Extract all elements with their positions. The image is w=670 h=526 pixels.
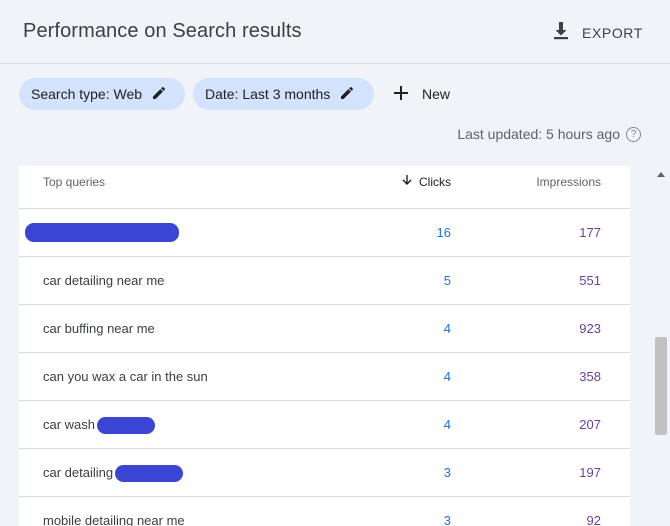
table-row[interactable]: can you wax a car in the sun 4 358 — [19, 353, 630, 401]
query-text: car wash — [43, 417, 96, 432]
query-cell — [25, 223, 179, 242]
search-type-filter-label: Search type: Web — [31, 86, 143, 102]
query-cell: car wash — [43, 417, 156, 435]
clicks-cell: 4 — [443, 321, 451, 336]
page-header: Performance on Search results EXPORT — [0, 0, 670, 64]
clicks-cell: 4 — [443, 417, 451, 432]
table-row[interactable]: car buffing near me 4 923 — [19, 305, 630, 353]
query-cell: mobile detailing near me — [43, 513, 185, 526]
table-row[interactable]: mobile detailing near me 3 92 — [19, 497, 630, 526]
redaction-mark — [115, 465, 184, 483]
edit-pencil-icon — [152, 86, 166, 103]
search-type-filter-chip[interactable]: Search type: Web — [19, 78, 185, 110]
query-text: car detailing — [43, 465, 114, 480]
impressions-cell: 551 — [579, 273, 601, 288]
query-cell: car buffing near me — [43, 321, 155, 336]
table-row[interactable]: 16 177 — [19, 209, 630, 257]
clicks-cell: 3 — [443, 513, 451, 526]
new-filter-label: New — [422, 86, 451, 102]
plus-icon — [392, 84, 410, 105]
redaction-mark — [25, 223, 179, 242]
top-queries-table: Top queries Clicks Impressions 16 177 car … — [19, 166, 630, 526]
column-header-impressions[interactable]: Impressions — [536, 175, 601, 189]
impressions-cell: 92 — [586, 513, 601, 526]
table-row[interactable]: car detailing 3 197 — [19, 449, 630, 497]
help-icon[interactable]: ? — [626, 126, 641, 142]
clicks-header-label: Clicks — [419, 174, 451, 189]
date-filter-label: Date: Last 3 months — [205, 86, 331, 102]
redaction-mark — [97, 417, 156, 435]
export-label: EXPORT — [582, 25, 643, 41]
table-row[interactable]: car detailing near me 5 551 — [19, 257, 630, 305]
impressions-cell: 197 — [579, 465, 601, 480]
impressions-cell: 207 — [579, 417, 601, 432]
impressions-cell: 177 — [579, 225, 601, 240]
scrollbar-thumb[interactable] — [655, 337, 667, 435]
scrollbar[interactable] — [652, 166, 670, 526]
clicks-cell: 3 — [443, 465, 451, 480]
column-header-clicks[interactable]: Clicks — [401, 174, 451, 189]
impressions-cell: 358 — [579, 369, 601, 384]
export-button[interactable]: EXPORT — [552, 21, 643, 46]
last-updated-status: Last updated: 5 hours ago ? — [457, 126, 641, 142]
query-text: mobile detailing near me — [43, 513, 185, 526]
sort-down-arrow-icon — [401, 174, 413, 189]
clicks-cell: 16 — [436, 225, 451, 240]
query-cell: car detailing — [43, 465, 184, 483]
query-text: car buffing near me — [43, 321, 155, 336]
last-updated-text: Last updated: 5 hours ago — [457, 126, 620, 142]
query-text: car detailing near me — [43, 273, 165, 288]
page-title: Performance on Search results — [23, 20, 302, 42]
clicks-cell: 5 — [443, 273, 451, 288]
new-filter-button[interactable]: New — [392, 82, 450, 106]
query-cell: can you wax a car in the sun — [43, 369, 208, 384]
query-text: can you wax a car in the sun — [43, 369, 208, 384]
scroll-up-arrow-icon[interactable] — [657, 172, 665, 177]
column-header-top-queries: Top queries — [43, 175, 106, 189]
impressions-cell: 923 — [579, 321, 601, 336]
download-icon — [552, 21, 570, 46]
edit-pencil-icon — [340, 86, 354, 103]
table-header-row: Top queries Clicks Impressions — [19, 166, 630, 209]
date-filter-chip[interactable]: Date: Last 3 months — [193, 78, 374, 110]
table-row[interactable]: car wash 4 207 — [19, 401, 630, 449]
query-cell: car detailing near me — [43, 273, 164, 288]
clicks-cell: 4 — [443, 369, 451, 384]
